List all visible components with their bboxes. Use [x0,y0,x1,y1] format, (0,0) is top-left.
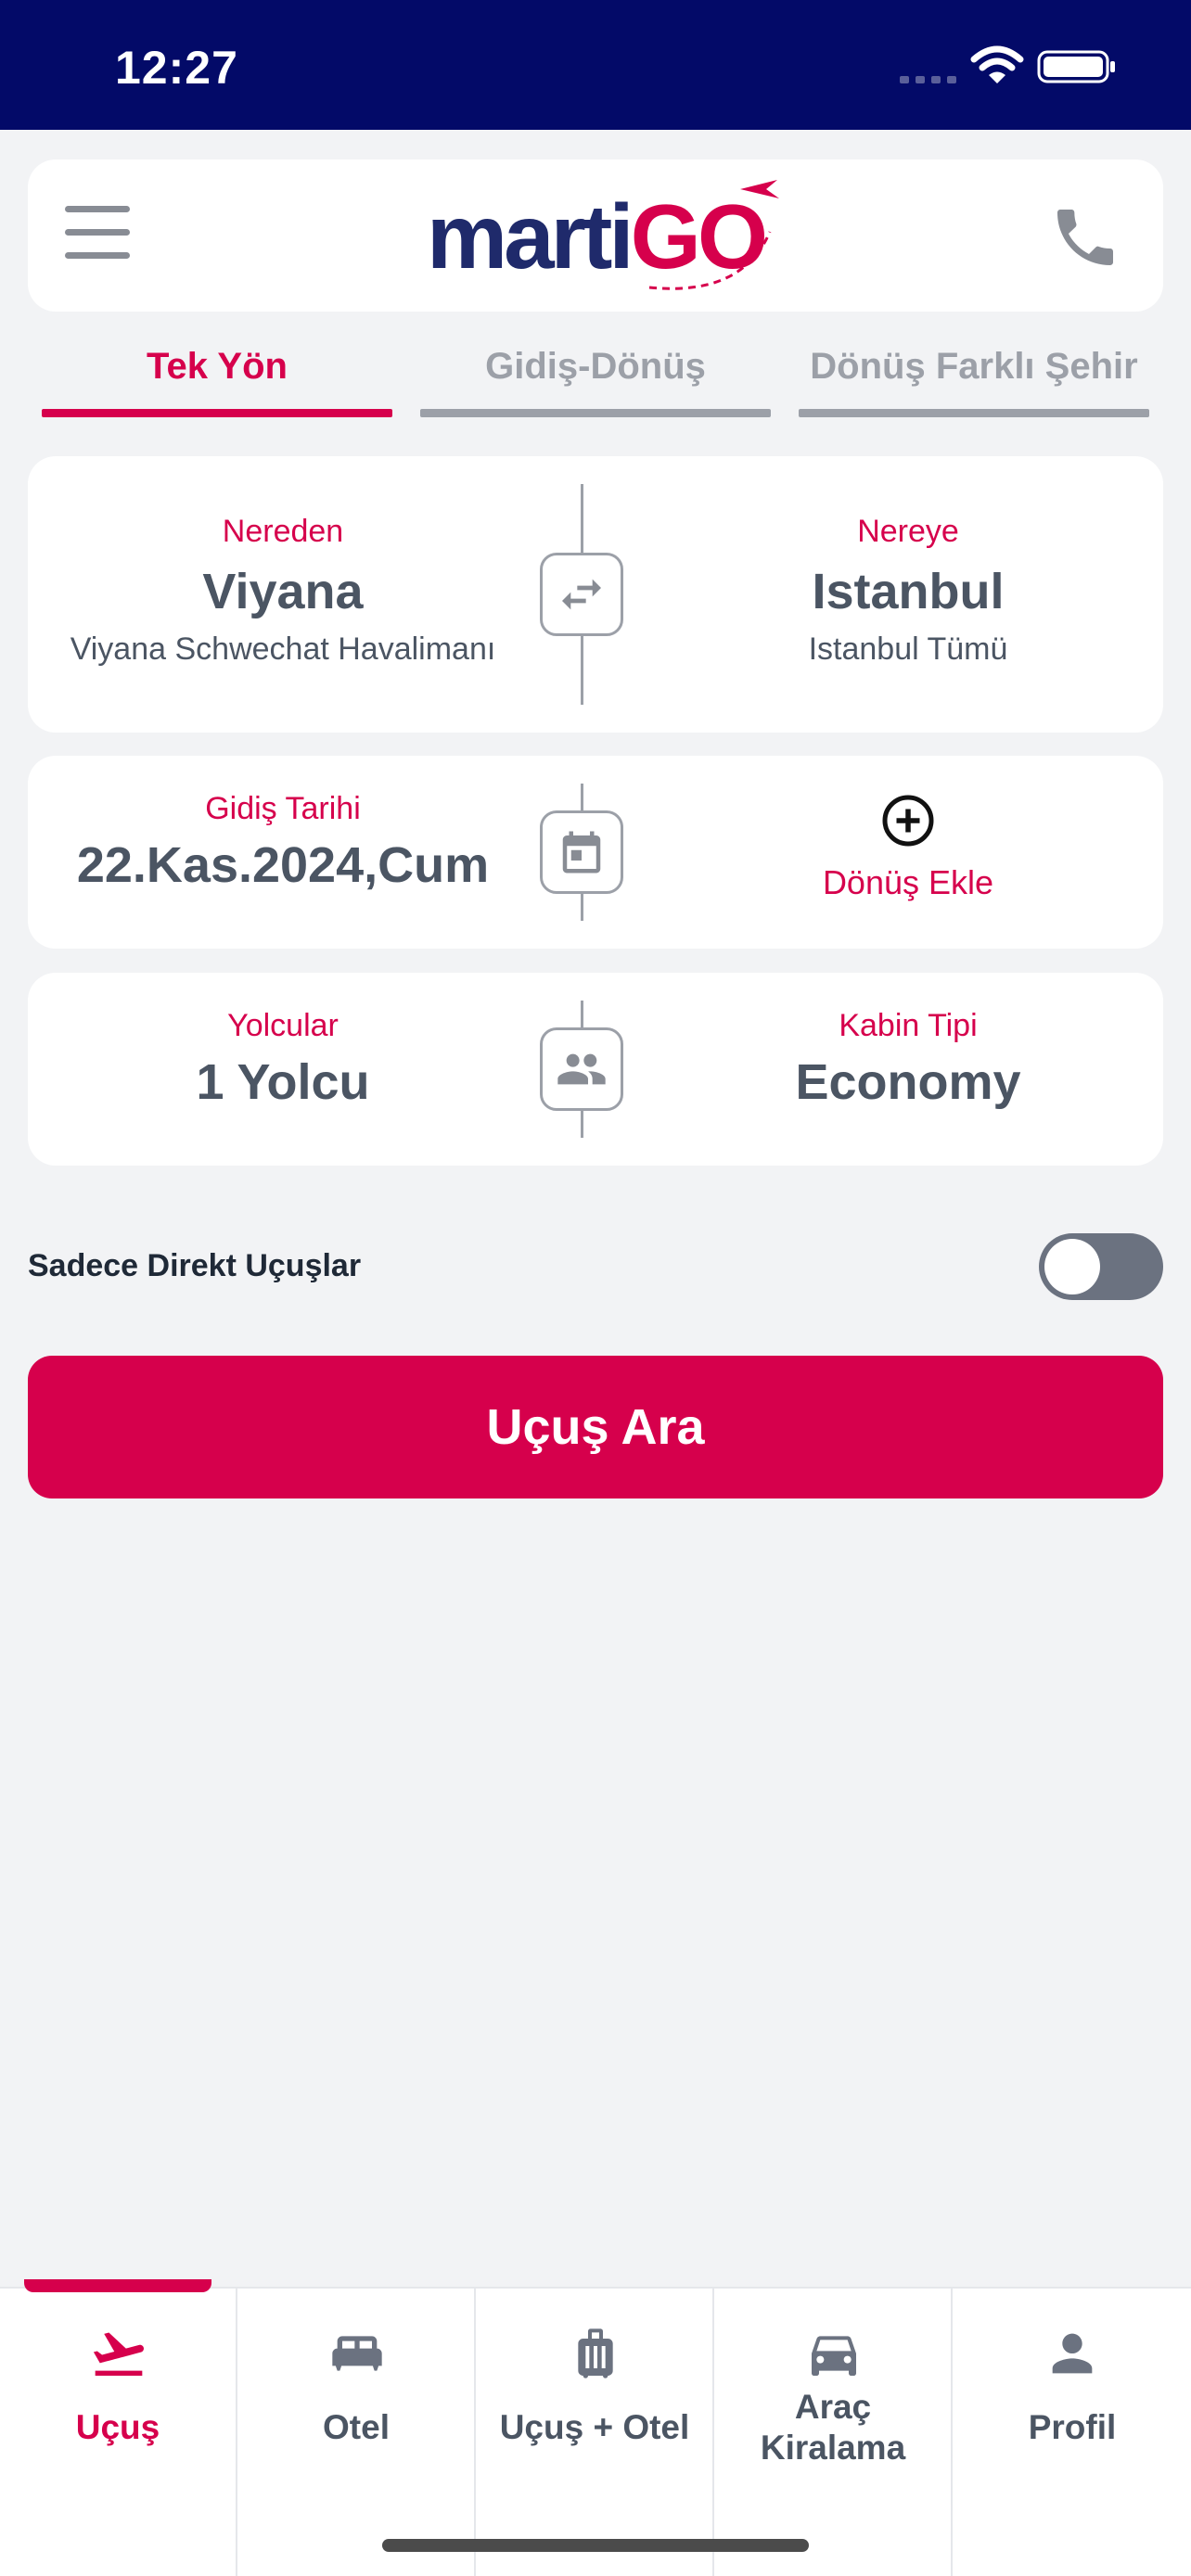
cabin-class-value: Economy [795,1054,1021,1110]
departure-date-value: 22.Kas.2024,Cum [76,837,490,893]
add-return-button[interactable]: Dönüş Ekle [653,756,1163,949]
add-return-label: Dönüş Ekle [822,863,994,901]
tab-round-trip[interactable]: Gidiş-Dönüş [420,334,771,417]
destination-selector[interactable]: Nereye Istanbul Istanbul Tümü [653,456,1163,733]
swap-button[interactable] [540,553,623,636]
hamburger-icon [65,206,130,212]
cellular-signal-icon [900,76,956,83]
status-bar: 12:27 [0,0,1191,130]
nav-label-flight: Uçuş [75,2408,160,2446]
add-circle-icon [882,795,934,847]
active-tab-indicator [24,2279,211,2292]
origin-city: Viyana [202,564,364,619]
bottom-navigation: Uçuş Otel Uçuş + Otel Araç Kiralama Prof… [0,2279,1191,2576]
calendar-button[interactable] [540,810,623,894]
phone-icon [1057,210,1113,265]
menu-button[interactable] [65,206,135,265]
logo-plane-swoosh-icon [648,180,779,290]
nav-label-hotel: Otel [323,2408,390,2446]
passengers-value: 1 Yolcu [196,1054,370,1110]
person-icon [1052,2333,1093,2374]
phone-button[interactable] [1048,200,1122,274]
logo-text-part1: marti [427,185,634,287]
swap-arrows-icon [562,579,601,610]
cabin-class-label: Kabin Tipi [839,1008,978,1043]
nav-item-car-rental[interactable]: Araç Kiralama [715,2289,953,2576]
wifi-icon [970,45,1024,83]
origin-airport: Viyana Schwechat Havalimanı [70,631,496,667]
nav-label-car-rental-line2: Kiralama [760,2429,906,2467]
martigo-logo: martiGO [399,176,788,297]
direct-flights-label: Sadece Direkt Uçuşlar [28,1248,362,1283]
calendar-icon [562,831,601,874]
tab-multi-city[interactable]: Dönüş Farklı Şehir [799,334,1149,417]
nav-item-hotel[interactable]: Otel [238,2289,476,2576]
luggage-icon [578,2328,613,2378]
departure-date-label: Gidiş Tarihi [205,791,361,826]
toggle-knob [1044,1239,1100,1294]
destination-label: Nereye [857,514,959,549]
destination-city: Istanbul [812,564,1005,619]
header-card: martiGO [28,159,1163,312]
origin-selector[interactable]: Nereden Viyana Viyana Schwechat Havalima… [28,456,538,733]
nav-item-profile[interactable]: Profil [954,2289,1191,2576]
passengers-card: Yolcular 1 Yolcu Kabin Tipi Economy [28,973,1163,1166]
search-flights-button[interactable]: Uçuş Ara [28,1356,1163,1498]
destination-airport: Istanbul Tümü [808,631,1008,667]
nav-item-flight[interactable]: Uçuş [0,2279,237,2576]
origin-label: Nereden [222,514,344,549]
route-card: Nereden Viyana Viyana Schwechat Havalima… [28,456,1163,733]
direct-flights-toggle[interactable] [1039,1233,1163,1300]
departure-date-selector[interactable]: Gidiş Tarihi 22.Kas.2024,Cum [28,756,538,949]
nav-label-flight-hotel: Uçuş + Otel [499,2408,690,2446]
nav-label-profile: Profil [1028,2408,1117,2446]
status-time: 12:27 [115,42,238,94]
battery-icon [1037,50,1115,83]
dates-card: Gidiş Tarihi 22.Kas.2024,Cum Dönüş Ekle [28,756,1163,949]
people-button[interactable] [540,1027,623,1111]
bed-icon [332,2336,382,2371]
passengers-label: Yolcular [227,1008,339,1043]
cabin-class-selector[interactable]: Kabin Tipi Economy [653,973,1163,1166]
people-icon [557,1053,606,1085]
tab-one-way[interactable]: Tek Yön [42,334,392,417]
nav-item-flight-hotel[interactable]: Uçuş + Otel [477,2289,714,2576]
home-indicator [382,2539,809,2552]
nav-label-car-rental-line1: Araç [794,2388,872,2426]
passengers-selector[interactable]: Yolcular 1 Yolcu [28,973,538,1166]
car-icon [812,2336,856,2376]
flight-takeoff-icon [93,2332,144,2376]
